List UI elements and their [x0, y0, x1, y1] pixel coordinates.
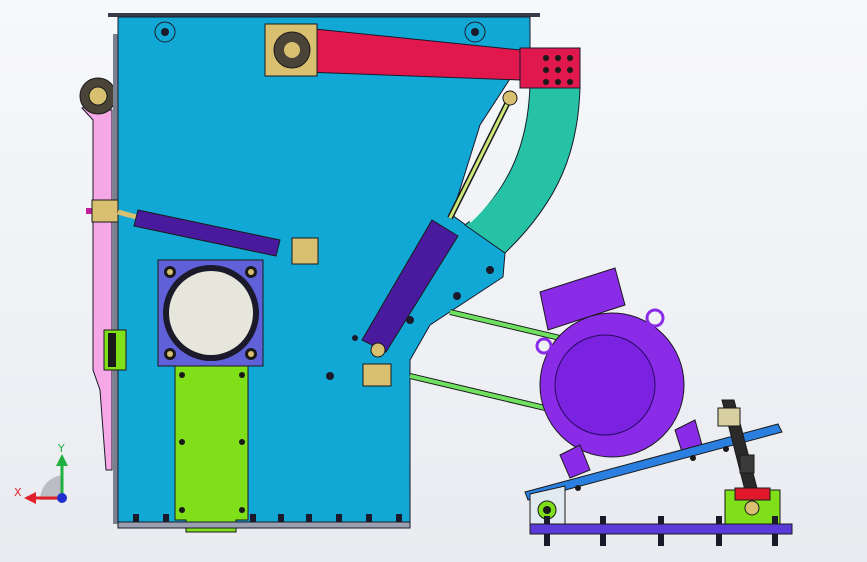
- side-bracket-slot: [108, 333, 116, 367]
- beam-pivot-center: [543, 506, 551, 514]
- link-rod-eye: [502, 90, 518, 106]
- frame-bolt: [352, 335, 358, 341]
- frame-bolt: [326, 372, 334, 380]
- frame-bolt: [486, 266, 494, 274]
- motor-lift-eye: [645, 308, 665, 328]
- actuator-diagonal-eye: [370, 342, 386, 358]
- top-rail: [108, 13, 540, 17]
- side-plate-edge: [113, 34, 118, 524]
- adjusting-nut[interactable]: [717, 407, 741, 427]
- motor-base-rail[interactable]: [529, 523, 793, 535]
- lifting-hole-right-center: [471, 28, 479, 36]
- cylinder-bar-bolts: [543, 55, 573, 85]
- motor-end-cap: [554, 334, 656, 436]
- bar-pivot-center: [284, 42, 300, 58]
- frame-bolt: [453, 292, 461, 300]
- cad-viewport[interactable]: Y X: [0, 0, 867, 562]
- lifting-hole-left-center: [161, 28, 169, 36]
- actuator-clevis-right[interactable]: [291, 237, 319, 265]
- pivot-hub-center: [88, 86, 108, 106]
- screw-base-pivot: [744, 500, 760, 516]
- link-bar-upper[interactable]: [449, 310, 561, 340]
- screw-collar: [739, 454, 755, 474]
- actuator-clevis-left[interactable]: [91, 199, 119, 223]
- bearing-disc: [169, 271, 253, 355]
- actuator-diagonal-mount[interactable]: [362, 363, 392, 387]
- link-bar-lower[interactable]: [409, 374, 546, 410]
- x-axis-label: X: [14, 486, 22, 499]
- green-support-plate[interactable]: [174, 365, 249, 533]
- coordinate-triad: Y X: [14, 442, 68, 504]
- assembly-drawing: Y X: [14, 13, 793, 546]
- y-axis-label: Y: [57, 442, 65, 455]
- motor-lift-eye: [535, 337, 553, 355]
- side-plate[interactable]: [81, 103, 113, 471]
- z-axis-dot: [57, 493, 67, 503]
- screw-base-clamp: [734, 487, 771, 501]
